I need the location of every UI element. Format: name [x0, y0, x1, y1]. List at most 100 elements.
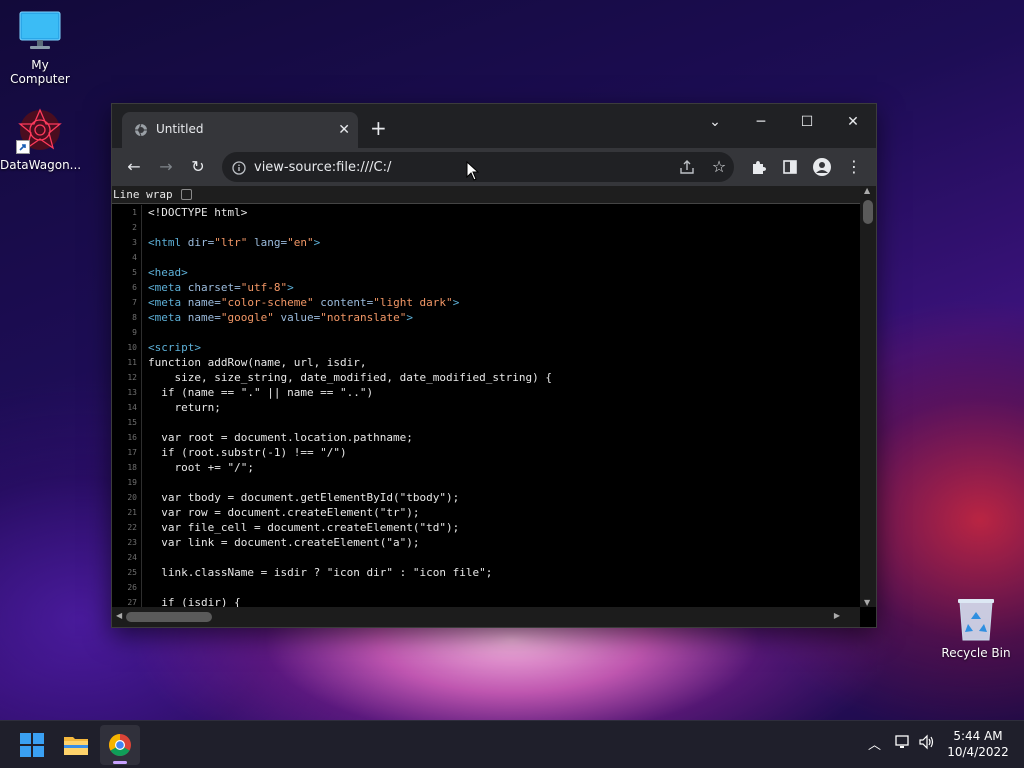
tab-title: Untitled — [156, 122, 204, 136]
vertical-scroll-thumb[interactable] — [863, 200, 873, 224]
bookmark-star-icon[interactable]: ☆ — [707, 155, 731, 179]
horizontal-scroll-thumb[interactable] — [126, 612, 212, 622]
code-token: <meta — [148, 281, 188, 294]
line-text: <head> — [142, 265, 188, 280]
windows-start-icon — [20, 733, 44, 757]
line-number: 3 — [112, 235, 142, 250]
line-text: var file_cell = document.createElement("… — [142, 520, 459, 535]
source-line: 27 if (isdir) { — [112, 595, 858, 607]
vertical-scrollbar[interactable]: ▲ ▼ — [860, 186, 876, 607]
back-arrow-icon[interactable]: ← — [122, 155, 146, 179]
scroll-up-arrow-icon[interactable]: ▲ — [864, 186, 870, 195]
horizontal-scrollbar[interactable]: ◀ ▶ — [112, 607, 860, 627]
code-token: "en" — [287, 236, 314, 249]
line-number: 14 — [112, 400, 142, 415]
file-explorer-button[interactable] — [56, 725, 96, 765]
maximize-button[interactable]: ☐ — [784, 108, 830, 136]
desktop-icon-label: DataWagon... — [0, 158, 82, 172]
line-number: 11 — [112, 355, 142, 370]
view-source-page: Line wrap 1 <!DOCTYPE html> 2 3 <html dir="l… — [112, 186, 876, 627]
kebab-menu-icon[interactable]: ⋮ — [842, 155, 866, 179]
clock-date: 10/4/2022 — [947, 745, 1009, 759]
line-text: <meta charset="utf-8"> — [142, 280, 294, 295]
close-window-button[interactable]: ✕ — [830, 108, 876, 136]
code-token: "light dark" — [373, 296, 453, 309]
scroll-down-arrow-icon[interactable]: ▼ — [864, 598, 870, 607]
code-token: charset= — [187, 281, 241, 294]
profile-avatar-icon[interactable] — [810, 155, 834, 179]
line-wrap-checkbox[interactable] — [181, 189, 192, 200]
monitor-icon — [18, 10, 62, 54]
tab-search-chevron-icon[interactable]: ⌄ — [692, 108, 738, 136]
line-text: <script> — [142, 340, 201, 355]
line-number: 25 — [112, 565, 142, 580]
code-token: if (root.substr(-1) !== "/") — [148, 446, 347, 459]
source-line: 6 <meta charset="utf-8"> — [112, 280, 858, 295]
line-text — [142, 220, 148, 235]
line-text — [142, 475, 148, 490]
source-line: 22 var file_cell = document.createElemen… — [112, 520, 858, 535]
code-token: "utf-8" — [240, 281, 288, 294]
line-text — [142, 415, 148, 430]
line-text: link.className = isdir ? "icon dir" : "i… — [142, 565, 492, 580]
code-token: var link = document.createElement("a"); — [148, 536, 420, 549]
start-button[interactable] — [12, 725, 52, 765]
forward-arrow-icon[interactable]: → — [154, 155, 178, 179]
code-token: var file_cell = document.createElement("… — [148, 521, 460, 534]
volume-icon[interactable] — [918, 734, 936, 754]
line-number: 24 — [112, 550, 142, 565]
code-token: <meta — [148, 311, 188, 324]
line-text: return; — [142, 400, 221, 415]
code-token: > — [452, 296, 460, 309]
line-text: var link = document.createElement("a"); — [142, 535, 420, 550]
code-token: link.className = isdir ? "icon dir" : "i… — [148, 566, 493, 579]
tray-chevron-up-icon[interactable]: ︿ — [868, 734, 881, 753]
taskbar-clock[interactable]: 5:44 AM 10/4/2022 — [944, 728, 1012, 760]
code-token: name= — [187, 311, 221, 324]
line-text — [142, 550, 148, 565]
tab-untitled[interactable]: Untitled ✕ — [122, 112, 358, 148]
source-line: 20 var tbody = document.getElementById("… — [112, 490, 858, 505]
line-number: 5 — [112, 265, 142, 280]
code-token: root += "/"; — [148, 461, 254, 474]
scroll-right-arrow-icon[interactable]: ▶ — [834, 611, 840, 620]
side-panel-icon[interactable] — [778, 155, 802, 179]
line-number: 17 — [112, 445, 142, 460]
code-token: > — [406, 311, 413, 324]
line-number: 7 — [112, 295, 142, 310]
globe-icon — [134, 122, 148, 141]
line-text: if (name == "." || name == "..") — [142, 385, 373, 400]
extensions-puzzle-icon[interactable] — [746, 155, 770, 179]
source-line: 15 — [112, 415, 858, 430]
chrome-button[interactable] — [100, 725, 140, 765]
close-tab-icon[interactable]: ✕ — [338, 122, 350, 138]
source-line: 21 var row = document.createElement("tr"… — [112, 505, 858, 520]
source-line: 12 size, size_string, date_modified, dat… — [112, 370, 858, 385]
line-text: size, size_string, date_modified, date_m… — [142, 370, 552, 385]
line-text — [142, 250, 148, 265]
desktop-icon-recycle-bin[interactable]: Recycle Bin — [936, 596, 1016, 660]
new-tab-button[interactable]: + — [370, 118, 387, 138]
source-line: 25 link.className = isdir ? "icon dir" :… — [112, 565, 858, 580]
line-number: 4 — [112, 250, 142, 265]
line-text: var root = document.location.pathname; — [142, 430, 413, 445]
code-token: dir= — [187, 236, 215, 249]
reload-icon[interactable]: ↻ — [186, 155, 210, 179]
desktop-icon-datawagon[interactable]: DataWagon... — [0, 106, 82, 172]
scroll-left-arrow-icon[interactable]: ◀ — [116, 611, 122, 620]
code-token: var row = document.createElement("tr"); — [148, 506, 420, 519]
source-line: 18 root += "/"; — [112, 460, 858, 475]
code-token: return; — [148, 401, 221, 414]
source-line: 23 var link = document.createElement("a"… — [112, 535, 858, 550]
line-text — [142, 580, 148, 595]
line-text — [142, 325, 148, 340]
chrome-icon — [109, 734, 131, 756]
minimize-button[interactable]: ─ — [738, 108, 784, 136]
share-icon[interactable] — [675, 155, 699, 179]
network-icon[interactable] — [894, 734, 912, 754]
site-info-icon[interactable] — [232, 160, 246, 179]
code-token: size, size_string, date_modified, date_m… — [148, 371, 552, 384]
desktop-icon-my-computer[interactable]: My Computer — [0, 10, 80, 86]
source-line: 3 <html dir="ltr" lang="en"> — [112, 235, 858, 250]
code-token: lang= — [247, 236, 288, 249]
